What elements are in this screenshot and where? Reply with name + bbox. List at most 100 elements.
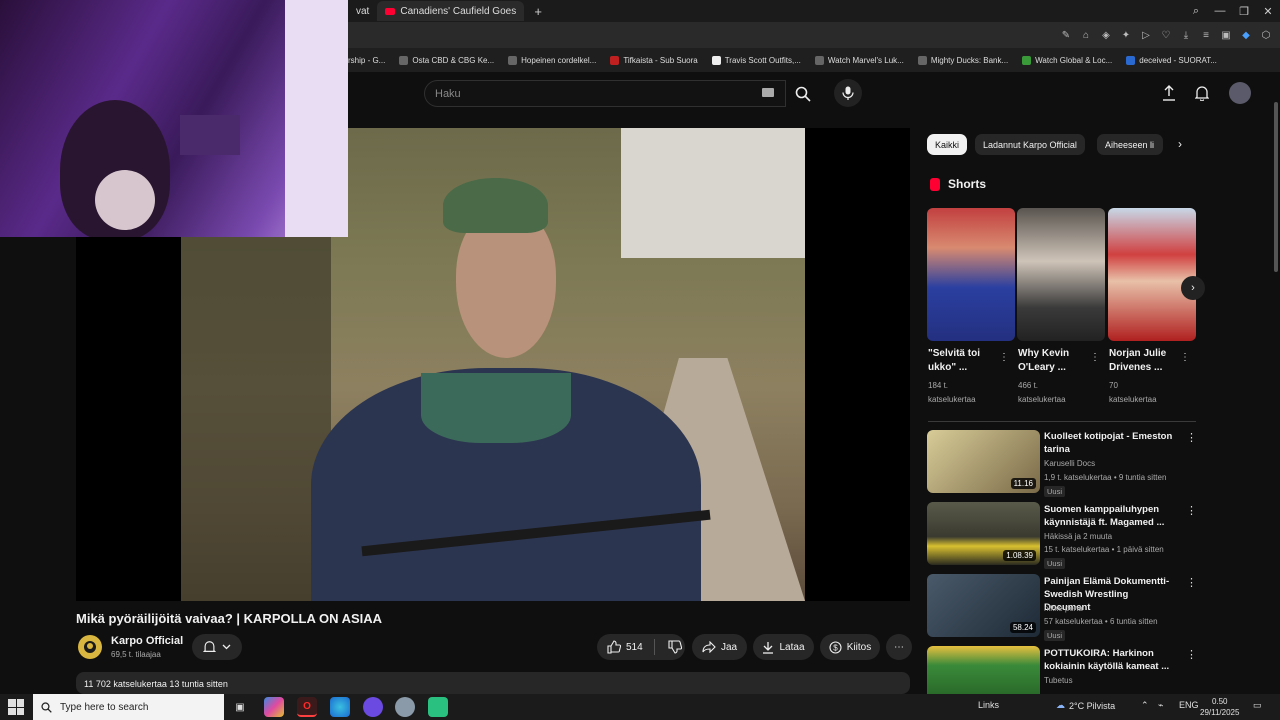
upload-icon — [1163, 85, 1175, 101]
bookmark-icon — [1126, 55, 1136, 65]
upload-button[interactable] — [1159, 83, 1179, 103]
video-title[interactable]: POTTUKOIRA: Harkinon kokiainin käytöllä … — [1044, 647, 1174, 673]
subscription-bell-button[interactable] — [192, 634, 242, 660]
home-icon[interactable]: ⌂ — [1078, 27, 1094, 43]
chip-all[interactable]: Kaikki — [927, 134, 968, 155]
notifications-button[interactable] — [1192, 83, 1212, 103]
edit-icon[interactable]: ✎ — [1058, 27, 1074, 43]
close-icon[interactable]: ✕ — [1256, 5, 1280, 18]
shorts-icon — [930, 177, 940, 191]
taskbar-search-input[interactable]: Type here to search — [33, 694, 224, 720]
taskbar: Type here to search ▣ O Links ☁ 2°C Pilv… — [0, 694, 1280, 720]
bookmark-item[interactable]: Tifkaista - Sub Suora — [610, 55, 698, 65]
chevron-right-icon[interactable]: › — [1172, 136, 1188, 152]
chevron-up-icon[interactable]: ⌃ — [1141, 700, 1149, 711]
short-title[interactable]: Norjan Julie Drivenes ... — [1109, 347, 1185, 375]
download-icon[interactable]: ⤓ — [1178, 27, 1194, 43]
channel-name[interactable]: Karpo Official — [111, 635, 183, 647]
video-title[interactable]: Kuolleet kotipojat - Emeston tarina — [1044, 430, 1174, 456]
like-button[interactable]: 514 — [607, 640, 643, 654]
description-box[interactable]: 11 702 katselukertaa 13 tuntia sitten — [76, 672, 910, 694]
edge-icon[interactable] — [330, 697, 350, 717]
links-toolbar[interactable]: Links — [978, 700, 999, 710]
profile-icon[interactable]: ◆ — [1238, 27, 1254, 43]
video-thumbnail[interactable] — [927, 646, 1040, 694]
task-view-icon[interactable]: ▣ — [230, 697, 250, 717]
tab-label: Canadiens' Caufield Goes — [400, 5, 517, 17]
thanks-icon: $ — [829, 640, 842, 654]
minimize-icon[interactable]: — — [1208, 5, 1232, 17]
shield-icon[interactable]: ◈ — [1098, 27, 1114, 43]
language-indicator[interactable]: ENG — [1179, 700, 1199, 710]
search-button[interactable] — [786, 80, 820, 107]
bookmark-item[interactable]: Watch Global & Loc... — [1022, 55, 1112, 65]
steam-icon[interactable] — [395, 697, 415, 717]
clock[interactable]: 0.50 29/11/2025 — [1200, 696, 1239, 718]
tab-active[interactable]: Canadiens' Caufield Goes — [377, 1, 525, 21]
notification-center-icon[interactable]: ▭ — [1253, 700, 1262, 711]
scrollbar[interactable] — [1272, 72, 1280, 694]
short-title[interactable]: "Selvitä toi ukko" ... — [928, 347, 1004, 375]
opera-icon[interactable]: O — [297, 697, 317, 717]
app-icon[interactable] — [264, 697, 284, 717]
shorts-next-button[interactable]: › — [1181, 276, 1205, 300]
chip-uploaded-by[interactable]: Ladannut Karpo Official — [975, 134, 1085, 155]
video-title[interactable]: Suomen kamppailuhypen käynnistäjä ft. Ma… — [1044, 503, 1174, 529]
bookmark-item[interactable]: Mighty Ducks: Bank... — [917, 55, 1008, 65]
weather-widget[interactable]: ☁ 2°C Pilvista — [1056, 700, 1115, 711]
video-more-button[interactable]: ⋮ — [1186, 504, 1197, 517]
channel-avatar[interactable] — [78, 635, 102, 659]
video-more-button[interactable]: ⋮ — [1186, 576, 1197, 589]
windows-start-icon[interactable] — [8, 699, 24, 715]
bookmark-item[interactable]: Osta CBD & CBG Ke... — [399, 55, 494, 65]
channel-name[interactable]: Tubetus — [1044, 676, 1073, 685]
video-title: Mikä pyöräilijöitä vaivaa? | KARPOLLA ON… — [76, 611, 383, 626]
download-button[interactable]: Lataa — [753, 634, 814, 660]
extension-icon[interactable]: ✦ — [1118, 27, 1134, 43]
chat-app-icon[interactable] — [363, 697, 383, 717]
short-more-button[interactable]: ⋮ — [999, 352, 1009, 363]
thanks-button[interactable]: $ Kiitos — [820, 634, 880, 660]
search-icon[interactable]: ⌕ — [1184, 5, 1208, 18]
video-thumbnail[interactable]: 1.08.39 — [927, 502, 1040, 565]
video-thumbnail[interactable]: 11.16 — [927, 430, 1040, 493]
dislike-button[interactable] — [668, 640, 682, 654]
scrollbar-thumb[interactable] — [1274, 102, 1278, 272]
short-more-button[interactable]: ⋮ — [1180, 352, 1190, 363]
bookmark-item[interactable]: Travis Scott Outfits,... — [711, 55, 801, 65]
voice-search-button[interactable] — [834, 79, 862, 107]
avatar[interactable] — [1229, 82, 1251, 104]
wallet-icon[interactable]: ▣ — [1218, 27, 1234, 43]
short-thumbnail[interactable] — [1108, 208, 1196, 341]
network-icon[interactable]: ⌁ — [1158, 700, 1163, 711]
share-button[interactable]: Jaa — [692, 634, 747, 660]
settings-icon[interactable]: ⬡ — [1258, 27, 1274, 43]
more-actions-button[interactable]: ⋯ — [886, 634, 912, 660]
menu-icon[interactable]: ≡ — [1198, 27, 1214, 43]
chip-related[interactable]: Aiheeseen li — [1097, 134, 1163, 155]
heart-icon[interactable]: ♡ — [1158, 27, 1174, 43]
short-thumbnail[interactable] — [1017, 208, 1105, 341]
search-input[interactable]: Haku — [424, 80, 786, 107]
video-more-button[interactable]: ⋮ — [1186, 648, 1197, 661]
restore-icon[interactable]: ❐ — [1232, 5, 1256, 18]
short-title[interactable]: Why Kevin O'Leary ... — [1018, 347, 1094, 375]
channel-name[interactable]: nikke pena — [1044, 604, 1083, 613]
short-thumbnail[interactable] — [927, 208, 1015, 341]
bookmark-item[interactable]: deceived - SUORAT... — [1126, 55, 1217, 65]
channel-name[interactable]: Karuselli Docs — [1044, 459, 1095, 468]
video-more-button[interactable]: ⋮ — [1186, 431, 1197, 444]
channel-name[interactable]: Häkissä ja 2 muuta — [1044, 532, 1112, 541]
video-thumbnail[interactable]: 58.24 — [927, 574, 1040, 637]
bookmark-item[interactable]: rship - G... — [348, 56, 385, 65]
tab-previous[interactable]: vat — [348, 1, 377, 21]
app-green-icon[interactable] — [428, 697, 448, 717]
new-tab-button[interactable]: + — [530, 3, 546, 19]
short-more-button[interactable]: ⋮ — [1090, 352, 1100, 363]
keyboard-icon[interactable] — [762, 88, 774, 97]
bookmark-item[interactable]: Watch Marvel's Luk... — [814, 55, 904, 65]
bookmark-item[interactable]: Hopeinen cordelkel... — [508, 55, 596, 65]
subscriber-count: 69,5 t. tilaajaa — [111, 650, 161, 659]
bookmark-icon — [399, 55, 409, 65]
play-icon[interactable]: ▷ — [1138, 27, 1154, 43]
